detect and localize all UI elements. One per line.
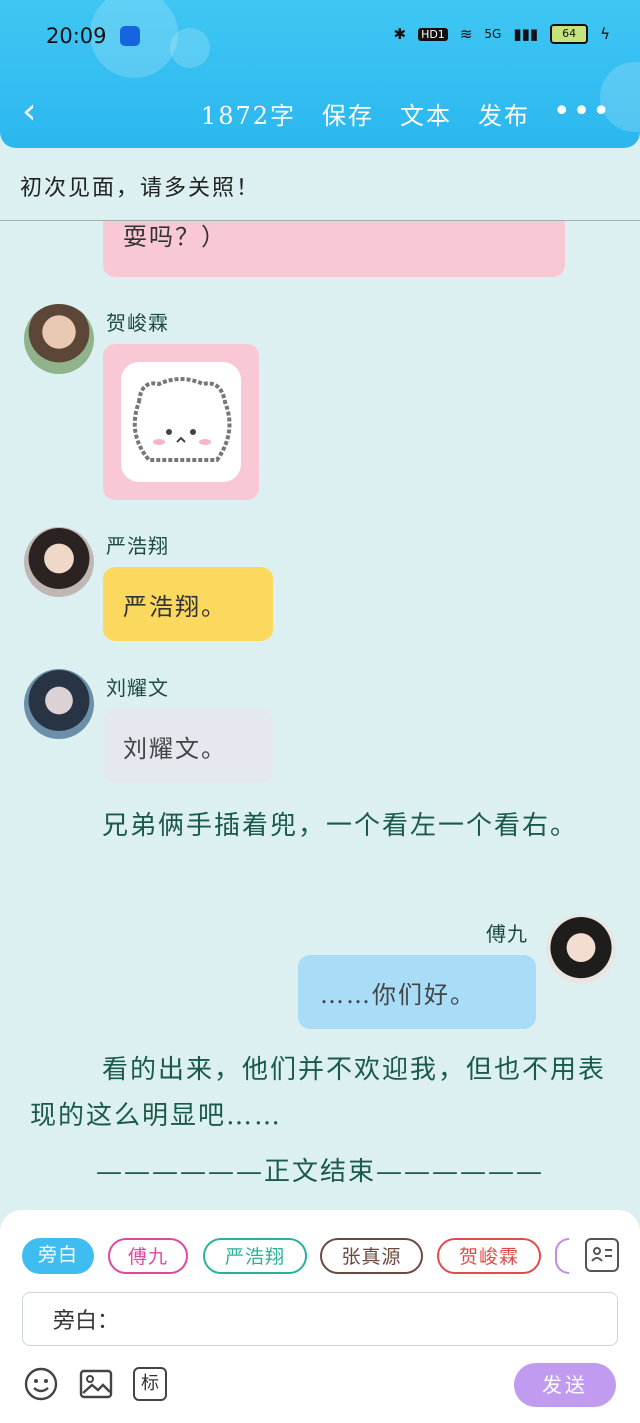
- sticker-bubble[interactable]: [103, 344, 259, 500]
- sticker-image: [121, 362, 241, 482]
- status-icons: ✱ HD1 ≋ 5G ▮▮▮ 64 ϟ: [393, 24, 610, 44]
- more-dots-icon[interactable]: •••: [553, 92, 612, 132]
- text-button[interactable]: 文本: [400, 96, 452, 131]
- charging-icon: ϟ: [600, 25, 610, 43]
- message-text: 刘耀文。: [123, 735, 227, 763]
- message-bubble[interactable]: 刘耀文。: [103, 709, 273, 783]
- role-label: 张真源: [341, 1246, 402, 1268]
- nav-row: ‹ 1872字 保存 文本 发布 •••: [0, 92, 640, 136]
- image-icon[interactable]: [79, 1367, 113, 1401]
- nav-actions: 1872字 保存 文本 发布: [201, 96, 530, 131]
- speaker-name: 刘耀文: [106, 676, 169, 700]
- message-text: 严浩翔。: [123, 593, 227, 621]
- app-notification-icon: [120, 26, 140, 46]
- role-label: 贺峻霖: [458, 1246, 519, 1268]
- save-button[interactable]: 保存: [322, 96, 374, 131]
- send-button[interactable]: 发送: [514, 1363, 616, 1407]
- role-label: 旁白: [37, 1244, 78, 1266]
- message-bubble[interactable]: 严浩翔。: [103, 567, 273, 641]
- story-title[interactable]: 初次见面，请多关照！: [20, 170, 260, 202]
- send-label: 发送: [542, 1373, 588, 1397]
- role-chip-partial[interactable]: [555, 1238, 569, 1274]
- wifi-icon: ≋: [459, 25, 473, 43]
- bear-sticker-icon: [132, 377, 232, 462]
- contact-card-icon[interactable]: [585, 1238, 619, 1272]
- speaker-name: 严浩翔: [106, 534, 169, 558]
- avatar[interactable]: [24, 669, 94, 739]
- chevron-left-icon[interactable]: ‹: [22, 92, 36, 132]
- narration-content: 兄弟俩手插着兜，一个看左一个看右。: [102, 811, 579, 841]
- publish-button[interactable]: 发布: [478, 96, 530, 131]
- image-glyph: [79, 1369, 113, 1399]
- status-bar: 20:09 ✱ HD1 ≋ 5G ▮▮▮ 64 ϟ: [0, 20, 640, 54]
- avatar[interactable]: [24, 304, 94, 374]
- mark-button[interactable]: 标: [133, 1367, 167, 1401]
- message-input-box[interactable]: [22, 1292, 618, 1346]
- role-chip-hejunlin[interactable]: 贺峻霖: [437, 1238, 541, 1274]
- top-bar: 20:09 ✱ HD1 ≋ 5G ▮▮▮ 64 ϟ ‹ 1872字 保存 文本 …: [0, 0, 640, 148]
- speaker-name: 傅九: [486, 922, 528, 946]
- battery-icon: 64: [550, 24, 589, 44]
- narration-content: ——————正文结束——————: [95, 1157, 544, 1187]
- word-count: 1872字: [200, 102, 296, 130]
- narration-text[interactable]: 看的出来，他们并不欢迎我，但也不用表现的这么明显吧……: [30, 1047, 610, 1139]
- role-chip-fujiu[interactable]: 傅九: [108, 1238, 188, 1274]
- message-bubble[interactable]: ……你们好。: [298, 955, 536, 1029]
- message-input[interactable]: [51, 1293, 615, 1345]
- end-marker[interactable]: ——————正文结束——————: [30, 1149, 610, 1195]
- avatar[interactable]: [546, 914, 616, 984]
- narration-text[interactable]: 兄弟俩手插着兜，一个看左一个看右。: [30, 803, 610, 849]
- status-time: 20:09: [46, 24, 107, 48]
- speaker-name: 贺峻霖: [106, 311, 169, 335]
- contact-card-glyph: [591, 1247, 612, 1262]
- chat-area[interactable]: 耍吗？） 贺峻霖 严浩翔 严浩翔。 刘耀文 刘耀文。 兄弟俩手插着兜，一个看左一…: [0, 221, 640, 1211]
- message-text: ……你们好。: [320, 981, 476, 1009]
- signal-icon: 5G: [484, 27, 502, 41]
- message-text: 耍吗？）: [123, 223, 227, 251]
- signal-bars-icon: ▮▮▮: [513, 25, 539, 43]
- hd-icon: HD1: [418, 27, 448, 41]
- role-chip-zhangzhenyuan[interactable]: 张真源: [320, 1238, 423, 1274]
- story-title-bar: 初次见面，请多关照！: [0, 148, 640, 221]
- composer-panel: 旁白 傅九 严浩翔 张真源 贺峻霖 旁白： 标 发送: [0, 1210, 640, 1423]
- emoji-glyph: [24, 1367, 58, 1401]
- bluetooth-icon: ✱: [393, 25, 407, 43]
- message-bubble[interactable]: 耍吗？）: [103, 221, 565, 277]
- emoji-icon[interactable]: [24, 1367, 58, 1401]
- role-label: 严浩翔: [224, 1246, 285, 1268]
- role-chip-yanhaoxiang[interactable]: 严浩翔: [203, 1238, 307, 1274]
- role-chip-narrator[interactable]: 旁白: [22, 1238, 94, 1274]
- avatar[interactable]: [24, 527, 94, 597]
- role-label: 傅九: [127, 1246, 168, 1268]
- narration-content: 看的出来，他们并不欢迎我，但也不用表现的这么明显吧……: [30, 1055, 607, 1131]
- mark-label: 标: [141, 1373, 159, 1394]
